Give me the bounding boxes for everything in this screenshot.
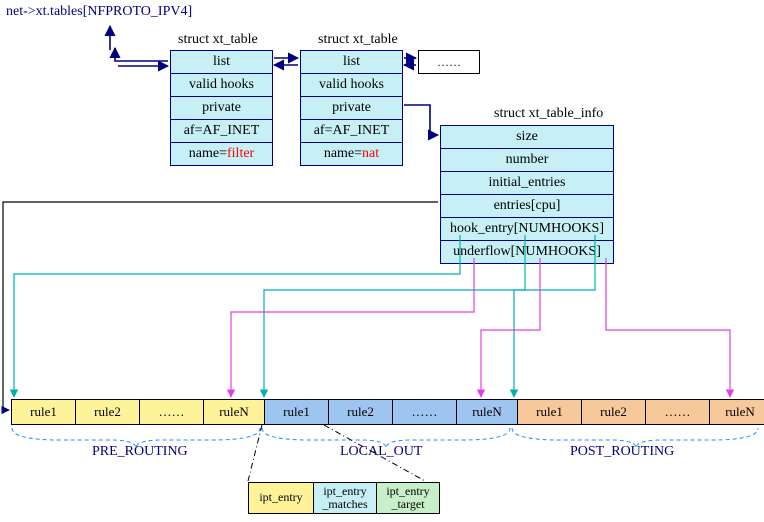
xt-table-list-row: list (171, 51, 272, 74)
rule-cell: rule1 (12, 400, 76, 424)
xt-table-info-box: size number initial_entries entries[cpu]… (440, 125, 614, 264)
xt-table-valid-hooks-row: valid hooks (301, 74, 402, 97)
xt-table-af-row: af=AF_INET (171, 120, 272, 143)
ipt-entry-cell: ipt_entry (249, 483, 314, 513)
rule-cell: ruleN (710, 400, 764, 424)
rule-cell: rule1 (265, 400, 329, 424)
rule-cell: rule2 (76, 400, 140, 424)
xt-table-list-row: list (301, 51, 402, 74)
xt-table-private-row: private (171, 97, 272, 120)
xt-table-info-label: struct xt_table_info (494, 106, 603, 122)
rules-row: rule1 rule2 …… ruleN rule1 rule2 …… rule… (11, 399, 764, 425)
info-size-row: size (441, 126, 613, 149)
xt-table-label-1: struct xt_table (178, 32, 258, 48)
ipt-entry-matches-cell: ipt_entry_matches (314, 483, 377, 513)
ipt-row: ipt_entry ipt_entry_matches ipt_entry_ta… (248, 482, 440, 514)
rule-cell: ruleN (457, 400, 518, 424)
xt-table-name-row: name=filter (171, 143, 272, 165)
xt-table-af-row: af=AF_INET (301, 120, 402, 143)
info-number-row: number (441, 149, 613, 172)
info-hook-entry-row: hook_entry[NUMHOOKS] (441, 218, 613, 241)
xt-table-more: …… (418, 50, 480, 74)
rule-cell-dots: …… (140, 400, 204, 424)
info-entries-row: entries[cpu] (441, 195, 613, 218)
xt-table-valid-hooks-row: valid hooks (171, 74, 272, 97)
xt-table-box-filter: list valid hooks private af=AF_INET name… (170, 50, 273, 166)
section-post-routing: POST_ROUTING (570, 444, 674, 460)
info-initial-entries-row: initial_entries (441, 172, 613, 195)
rule-cell: rule2 (582, 400, 646, 424)
rule-cell-dots: …… (393, 400, 457, 424)
top-link-label: net->xt.tables[NFPROTO_IPV4] (6, 4, 192, 20)
info-underflow-row: underflow[NUMHOOKS] (441, 241, 613, 263)
section-pre-routing: PRE_ROUTING (92, 444, 188, 460)
section-local-out: LOCAL_OUT (340, 444, 422, 460)
rule-cell: rule1 (518, 400, 582, 424)
xt-table-private-row: private (301, 97, 402, 120)
rule-cell: rule2 (329, 400, 393, 424)
xt-table-name-row: name=nat (301, 143, 402, 165)
ipt-entry-target-cell: ipt_entry_target (377, 483, 439, 513)
rule-cell-dots: …… (646, 400, 710, 424)
xt-table-label-2: struct xt_table (318, 32, 398, 48)
xt-table-box-nat: list valid hooks private af=AF_INET name… (300, 50, 403, 166)
rule-cell: ruleN (204, 400, 265, 424)
